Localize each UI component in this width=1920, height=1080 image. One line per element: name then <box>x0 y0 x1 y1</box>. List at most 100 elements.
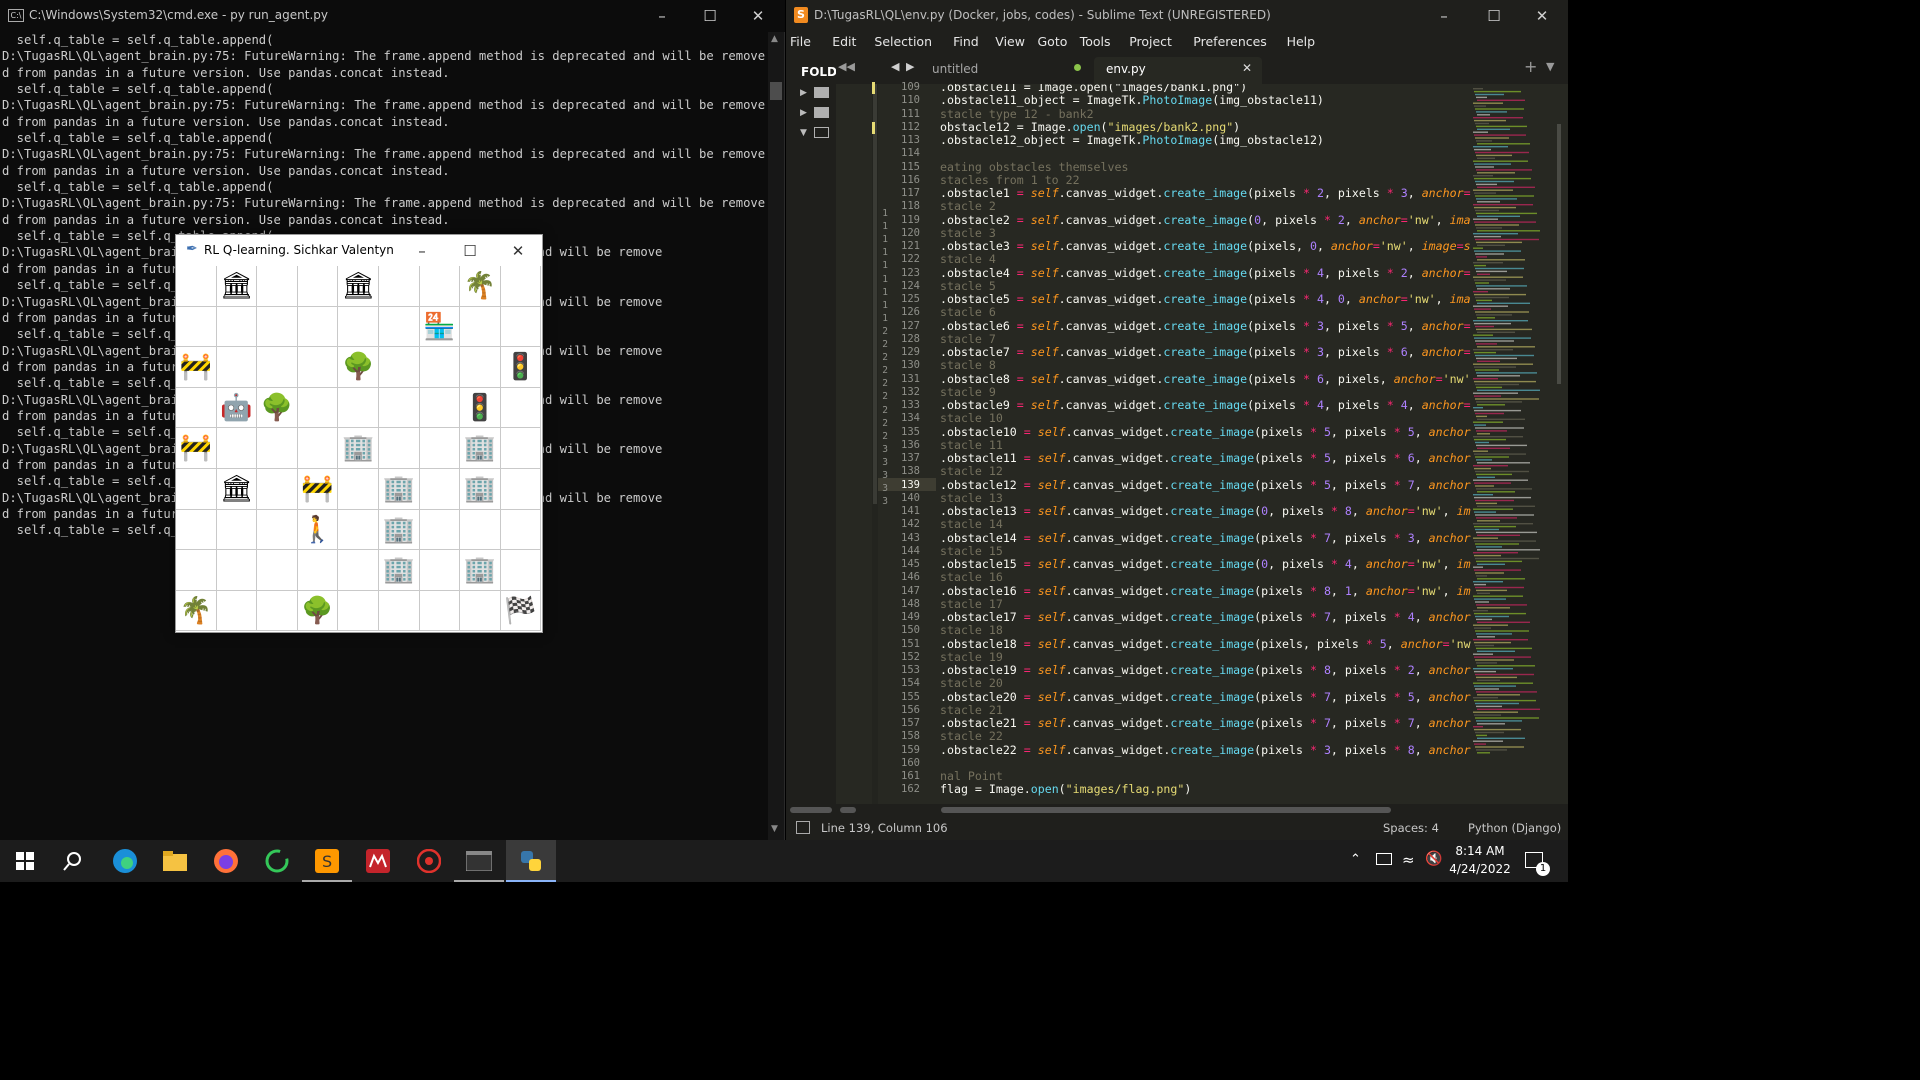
tk-titlebar[interactable]: ✒ RL Q-learning. Sichkar Valentyn – ☐ ✕ <box>176 235 542 266</box>
line-number: 127 <box>901 319 920 332</box>
cmd-scrollbar[interactable]: ▲ ▼ <box>768 32 784 840</box>
minimap-stroke <box>1473 349 1513 351</box>
expand-icon[interactable]: ▶ <box>800 88 807 98</box>
sublime-taskbar-icon[interactable]: S <box>302 840 352 882</box>
tab-close-icon[interactable]: ✕ <box>1242 61 1252 75</box>
clock[interactable]: 8:14 AM 4/24/2022 <box>1445 842 1515 880</box>
forward-icon[interactable]: ▶ <box>906 60 914 73</box>
grid-cell <box>257 266 298 307</box>
syntax-setting[interactable]: Python (Django) <box>1468 821 1561 835</box>
mendeley-icon[interactable] <box>353 840 403 882</box>
console-line: d from pandas in a future version. Use p… <box>2 163 450 178</box>
line-number: 131 <box>901 372 920 385</box>
line-number: 129 <box>901 346 920 358</box>
menu-find[interactable]: Find <box>953 34 979 49</box>
maximize-icon[interactable]: ☐ <box>1484 6 1504 26</box>
minimize-icon[interactable]: – <box>1434 6 1454 26</box>
folder-icon[interactable] <box>814 107 829 118</box>
minimap-stroke <box>1477 578 1525 580</box>
code-editor[interactable]: .obstacle11 = Image.open("images/bank1.p… <box>936 84 1471 804</box>
minimap-stroke <box>1473 508 1513 510</box>
minimap-stroke <box>1477 694 1520 696</box>
new-tab-icon[interactable]: + <box>1524 57 1537 76</box>
minimap-stroke <box>1475 673 1534 676</box>
menu-view[interactable]: View <box>995 34 1025 49</box>
minimap-stroke <box>1476 502 1497 505</box>
minimize-icon[interactable]: – <box>652 6 672 26</box>
minimap-stroke <box>1476 604 1527 606</box>
windows-start-icon[interactable] <box>0 840 50 882</box>
line-number: 130 <box>901 359 920 372</box>
close-icon[interactable]: ✕ <box>508 241 528 261</box>
gutter-scroll-thumb[interactable] <box>840 807 856 813</box>
close-icon[interactable]: ✕ <box>1532 6 1552 26</box>
menu-file[interactable]: File <box>790 34 811 49</box>
menu-tools[interactable]: Tools <box>1080 34 1111 49</box>
minimap-stroke <box>1476 720 1522 722</box>
horizontal-scrollbar[interactable] <box>786 804 1568 816</box>
minimap-stroke <box>1475 253 1504 255</box>
search-icon[interactable] <box>48 840 98 882</box>
minimap[interactable] <box>1471 84 1568 804</box>
folder-open-icon[interactable] <box>814 127 829 138</box>
code-scroll-thumb[interactable] <box>941 807 1391 813</box>
menu-help[interactable]: Help <box>1287 34 1316 49</box>
menu-preferences[interactable]: Preferences <box>1193 34 1267 49</box>
expand-icon[interactable]: ▶ <box>800 108 807 118</box>
folder-icon[interactable] <box>814 87 829 98</box>
grid-canvas[interactable]: 🏛 🏛 🌴 🏪 🚧 🌳 🚦 🤖 🌳 🚦 🚧 🏢 🏢 🏛 🚧 🏢 🏢 🚶 🏢 🏢 🏢 🌴 🌳 🏁 <box>176 266 542 632</box>
back-icon[interactable]: ◀ <box>891 60 899 73</box>
tab-nav-left-icon[interactable]: ◀◀ <box>838 60 855 73</box>
tab-env-py[interactable]: env.py ✕ <box>1094 57 1262 84</box>
menu-edit[interactable]: Edit <box>832 34 856 49</box>
cmd-taskbar-icon[interactable] <box>454 840 504 882</box>
minimap-stroke <box>1477 375 1520 377</box>
close-icon[interactable]: ✕ <box>748 6 768 26</box>
minimap-scrollbar[interactable] <box>1557 124 1561 384</box>
menu-goto[interactable]: Goto <box>1038 34 1068 49</box>
minimap-stroke <box>1476 430 1507 432</box>
minimize-icon[interactable]: – <box>412 241 432 261</box>
menu-selection[interactable]: Selection <box>874 34 932 49</box>
python-taskbar-icon[interactable] <box>506 840 556 882</box>
volume-muted-icon[interactable]: 🔇 <box>1425 851 1442 867</box>
maximize-icon[interactable]: ☐ <box>460 241 480 261</box>
minimap-stroke <box>1476 546 1502 548</box>
sublime-window: S D:\TugasRL\QL\env.py (Docker, jobs, co… <box>786 0 1568 840</box>
panel-toggle-icon[interactable] <box>796 821 810 834</box>
minimap-stroke <box>1475 398 1539 400</box>
battery-icon[interactable] <box>1376 853 1392 865</box>
firefox-icon[interactable] <box>201 840 251 882</box>
minimap-stroke <box>1475 412 1504 415</box>
vpn-app-icon[interactable] <box>404 840 454 882</box>
minimap-stroke <box>1475 325 1494 328</box>
collapse-icon[interactable]: ▼ <box>800 128 807 138</box>
edge-browser-icon[interactable] <box>100 840 150 882</box>
tab-list-icon[interactable]: ▼ <box>1546 60 1554 73</box>
grid-cell-object: 🏛 <box>338 266 379 307</box>
sidebar-scroll-thumb[interactable] <box>790 807 832 813</box>
sublime-titlebar[interactable]: S D:\TugasRL\QL\env.py (Docker, jobs, co… <box>786 0 1568 32</box>
line-number: 125 <box>901 293 920 305</box>
cmd-titlebar[interactable]: C:\ C:\Windows\System32\cmd.exe - py run… <box>0 0 785 32</box>
minimap-stroke <box>1474 105 1486 107</box>
file-explorer-icon[interactable] <box>150 840 200 882</box>
grid-cell <box>297 550 339 591</box>
indentation-setting[interactable]: Spaces: 4 <box>1383 821 1439 835</box>
scroll-up-icon[interactable]: ▲ <box>771 34 778 44</box>
code-line: .obstacle3 = self.canvas_widget.create_i… <box>940 239 1471 253</box>
grid-cell-object: 🏛 <box>216 469 258 510</box>
tray-chevron-icon[interactable]: ⌃ <box>1350 852 1361 867</box>
tab-untitled[interactable]: untitled <box>922 57 1094 84</box>
menu-project[interactable]: Project <box>1129 34 1172 49</box>
grid-cell <box>176 550 217 591</box>
line-number: 142 <box>901 518 920 531</box>
scroll-down-icon[interactable]: ▼ <box>771 824 778 834</box>
maximize-icon[interactable]: ☐ <box>700 6 720 26</box>
grid-cell-object: 🚦 <box>500 347 542 388</box>
sync-app-icon[interactable] <box>252 840 302 882</box>
minimap-stroke <box>1474 308 1491 310</box>
scroll-thumb[interactable] <box>770 82 782 100</box>
wifi-icon[interactable]: ≈ <box>1402 851 1415 869</box>
grid-cell-object: 🏢 <box>379 469 420 510</box>
